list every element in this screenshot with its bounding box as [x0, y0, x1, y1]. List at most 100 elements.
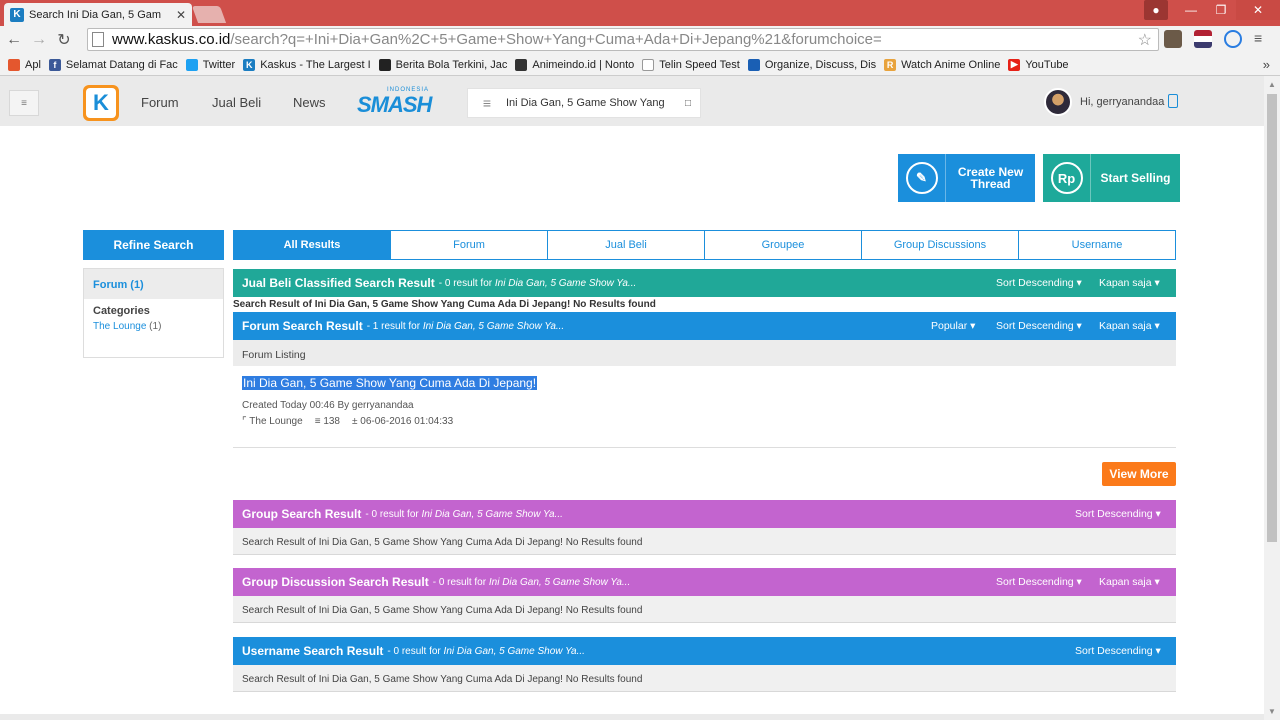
bookmark-item[interactable]: Apl [8, 58, 41, 71]
tab-groupee[interactable]: Groupee [705, 230, 862, 260]
tab-close-icon[interactable]: ✕ [176, 8, 186, 22]
group-query: Ini Dia Gan, 5 Game Show Ya... [421, 508, 563, 520]
bookmark-label: Selamat Datang di Fac [65, 58, 178, 71]
kaskus-favicon-icon: K [10, 7, 24, 22]
forward-icon[interactable]: → [28, 31, 50, 49]
refine-facets: Forum (1) Categories The Lounge (1) [83, 268, 224, 358]
sort-label: Sort Descending [996, 320, 1074, 332]
twitter-icon [185, 58, 198, 71]
camera-extension-icon[interactable] [1164, 30, 1182, 48]
new-tab-button[interactable] [191, 6, 227, 23]
result-tabs: All Results Forum Jual Beli Groupee Grou… [233, 230, 1176, 260]
rupiah-icon: Rp [1050, 162, 1083, 194]
group-no-results: Search Result of Ini Dia Gan, 5 Game Sho… [233, 528, 1176, 555]
time-dropdown[interactable]: Kapan saja ▾ [1099, 576, 1160, 588]
sort-dropdown[interactable]: Sort Descending ▾ [996, 320, 1082, 332]
thread-category-label: The Lounge [249, 416, 303, 427]
bookmark-label: Organize, Discuss, Dis [764, 58, 877, 71]
scrollbar-thumb[interactable] [1267, 94, 1277, 542]
time-dropdown[interactable]: Kapan saja ▾ [1099, 277, 1160, 289]
search-filter-icon[interactable]: ≡ [468, 95, 506, 111]
bookmark-item[interactable]: Twitter [185, 58, 235, 71]
create-thread-button[interactable]: ✎ Create New Thread [898, 154, 1035, 202]
username-query: Ini Dia Gan, 5 Game Show Ya... [443, 645, 585, 657]
minimize-icon[interactable]: — [1176, 0, 1206, 20]
search-input[interactable]: Ini Dia Gan, 5 Game Show Yang [506, 97, 676, 109]
facet-category-count: (1) [149, 321, 162, 332]
bookmarks-more-icon[interactable]: » [1263, 57, 1270, 72]
thread-category[interactable]: ⌜ The Lounge [242, 416, 303, 427]
user-greeting[interactable]: Hi, gerryanandaa [1080, 96, 1164, 108]
indonesia-smash-logo[interactable]: INDONESIA SMASH [357, 87, 437, 117]
browser-tab[interactable]: K Search Ini Dia Gan, 5 Gam ✕ [4, 3, 192, 26]
bookmark-item[interactable]: R Watch Anime Online [884, 58, 1000, 71]
tab-all-results[interactable]: All Results [233, 230, 391, 260]
bookmark-item[interactable]: Telin Speed Test [642, 58, 740, 71]
tab-forum[interactable]: Forum [391, 230, 548, 260]
kaskus-logo[interactable]: K [83, 85, 119, 121]
popular-dropdown[interactable]: Popular ▾ [931, 320, 975, 332]
forum-result-header: Forum Search Result - 1 result for Ini D… [233, 312, 1176, 340]
sort-dropdown[interactable]: Sort Descending ▾ [996, 277, 1082, 289]
back-icon[interactable]: ← [3, 31, 25, 49]
sort-label: Sort Descending [1075, 645, 1153, 657]
organize-icon [747, 58, 760, 71]
jual-beli-result-meta: - 0 result for Ini Dia Gan, 5 Game Show … [439, 278, 637, 289]
scroll-down-icon[interactable]: ▼ [1268, 707, 1276, 716]
reload-icon[interactable]: ↻ [53, 30, 75, 50]
bookmark-label: Animeindo.id | Nonto [532, 58, 635, 71]
sort-dropdown[interactable]: Sort Descending ▾ [1075, 508, 1161, 520]
sort-dropdown[interactable]: Sort Descending ▾ [1075, 645, 1161, 657]
group-discussion-result-title: Group Discussion Search Result [242, 575, 429, 589]
start-selling-button[interactable]: Rp Start Selling [1043, 154, 1180, 202]
sort-dropdown[interactable]: Sort Descending ▾ [996, 576, 1082, 588]
nav-news[interactable]: News [293, 95, 326, 110]
bookmark-item[interactable]: f Selamat Datang di Fac [48, 58, 178, 71]
menu-icon[interactable]: ≡ [1254, 30, 1272, 48]
profile-icon[interactable]: ● [1144, 0, 1168, 20]
nav-forum[interactable]: Forum [141, 95, 179, 110]
restore-icon[interactable]: ❐ [1206, 0, 1236, 20]
jual-beli-no-results: Search Result of Ini Dia Gan, 5 Game Sho… [233, 299, 656, 310]
tab-username[interactable]: Username [1019, 230, 1176, 260]
tab-jual-beli[interactable]: Jual Beli [548, 230, 705, 260]
bookmark-item[interactable]: Berita Bola Terkini, Jac [378, 58, 507, 71]
facet-category-item[interactable]: The Lounge (1) [84, 317, 223, 332]
header-search[interactable]: ≡ Ini Dia Gan, 5 Game Show Yang □ [467, 88, 701, 118]
facet-category-label: The Lounge [93, 321, 147, 332]
search-icon[interactable]: □ [676, 98, 700, 109]
bookmark-item[interactable]: ▶ YouTube [1008, 58, 1069, 71]
time-dropdown[interactable]: Kapan saja ▾ [1099, 320, 1160, 332]
hamburger-menu-icon[interactable]: ≡ [9, 90, 39, 116]
page-scrollbar[interactable]: ▲ ▼ [1264, 76, 1280, 720]
forum-result-item: Ini Dia Gan, 5 Game Show Yang Cuma Ada D… [233, 366, 1176, 448]
thread-title-link[interactable]: Ini Dia Gan, 5 Game Show Yang Cuma Ada D… [242, 376, 538, 390]
bookmark-item[interactable]: K Kaskus - The Largest I [243, 58, 371, 71]
bookmark-star-icon[interactable]: ☆ [1138, 30, 1152, 50]
url-path: /search?q=+Ini+Dia+Gan%2C+5+Game+Show+Ya… [230, 31, 882, 48]
sort-label: Sort Descending [1075, 508, 1153, 520]
bookmark-item[interactable]: Animeindo.id | Nonto [515, 58, 635, 71]
sort-label: Sort Descending [996, 277, 1074, 289]
scroll-up-icon[interactable]: ▲ [1268, 80, 1276, 89]
jual-beli-result-header: Jual Beli Classified Search Result - 0 r… [233, 269, 1176, 297]
address-bar[interactable]: www.kaskus.co.id/search?q=+Ini+Dia+Gan%2… [87, 28, 1159, 51]
tv-icon [515, 58, 528, 71]
facebook-icon: f [48, 58, 61, 71]
bookmark-item[interactable]: Organize, Discuss, Dis [747, 58, 877, 71]
window-close-icon[interactable]: ✕ [1236, 0, 1280, 20]
tab-group-discussions[interactable]: Group Discussions [862, 230, 1019, 260]
view-more-button[interactable]: View More [1102, 462, 1176, 486]
browser-toolbar: ← → ↻ www.kaskus.co.id/search?q=+Ini+Dia… [0, 26, 1280, 54]
group-discussion-result-count: - 0 result for [432, 576, 487, 588]
flag-extension-icon[interactable] [1194, 30, 1212, 48]
forum-result-title: Forum Search Result [242, 319, 363, 333]
sync-extension-icon[interactable] [1224, 30, 1242, 48]
notification-icon[interactable] [1168, 94, 1178, 108]
avatar[interactable] [1044, 88, 1072, 116]
kaskus-icon: K [243, 58, 256, 71]
nav-jual-beli[interactable]: Jual Beli [212, 95, 261, 110]
apps-icon [8, 58, 20, 71]
page-icon [642, 58, 655, 71]
facet-forum[interactable]: Forum (1) [84, 269, 223, 299]
